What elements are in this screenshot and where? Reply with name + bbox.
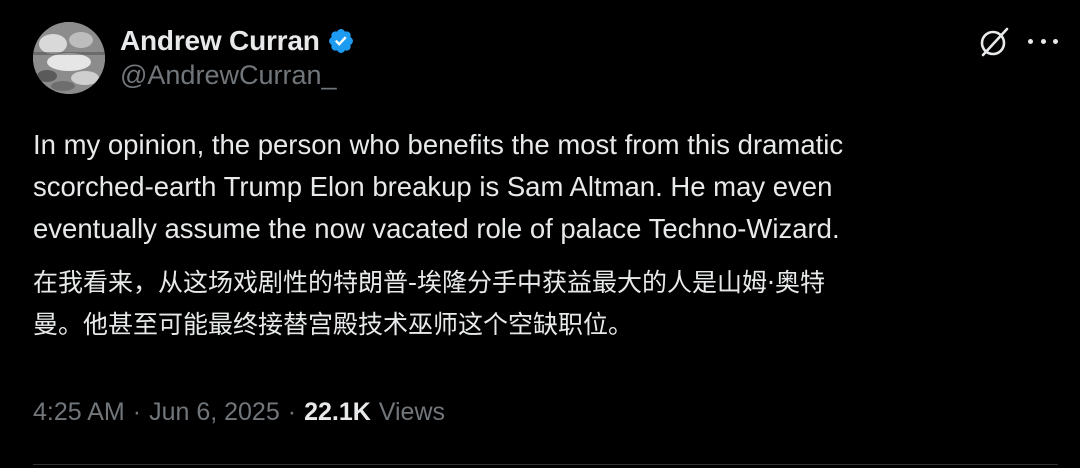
more-dot — [1028, 38, 1033, 44]
divider — [33, 464, 1058, 465]
author-name-row: Andrew Curran — [120, 22, 355, 60]
tweet-translation: 在我看来，从这场戏剧性的特朗普-埃隆分手中获益最大的人是山姆·奥特 曼。他甚至可… — [33, 268, 825, 339]
avatar-image — [33, 22, 105, 94]
views-label: Views — [378, 398, 446, 426]
avatar[interactable] — [33, 22, 105, 94]
more-dot — [1053, 38, 1058, 44]
tweet-time[interactable]: 4:25 AM — [33, 398, 125, 427]
more-dot — [1040, 38, 1046, 44]
tweet-date[interactable]: Jun 6, 2025 — [149, 398, 280, 427]
tweet-meta: 4:25 AM · Jun 6, 2025 · 22.1K Views — [33, 398, 445, 427]
author-handle[interactable]: @AndrewCurran_ — [120, 60, 337, 91]
meta-separator: · — [287, 398, 297, 426]
verified-badge-icon[interactable] — [327, 27, 355, 55]
grok-icon[interactable] — [976, 24, 1012, 60]
author-display-name[interactable]: Andrew Curran — [120, 25, 320, 57]
views-count[interactable]: 22.1K — [304, 398, 371, 427]
tweet-text: In my opinion, the person who benefits t… — [33, 129, 844, 244]
tweet-card: Andrew Curran @AndrewCurran_ In my opini… — [0, 0, 1080, 468]
more-options-icon[interactable] — [1028, 26, 1058, 56]
meta-separator: · — [132, 398, 142, 426]
